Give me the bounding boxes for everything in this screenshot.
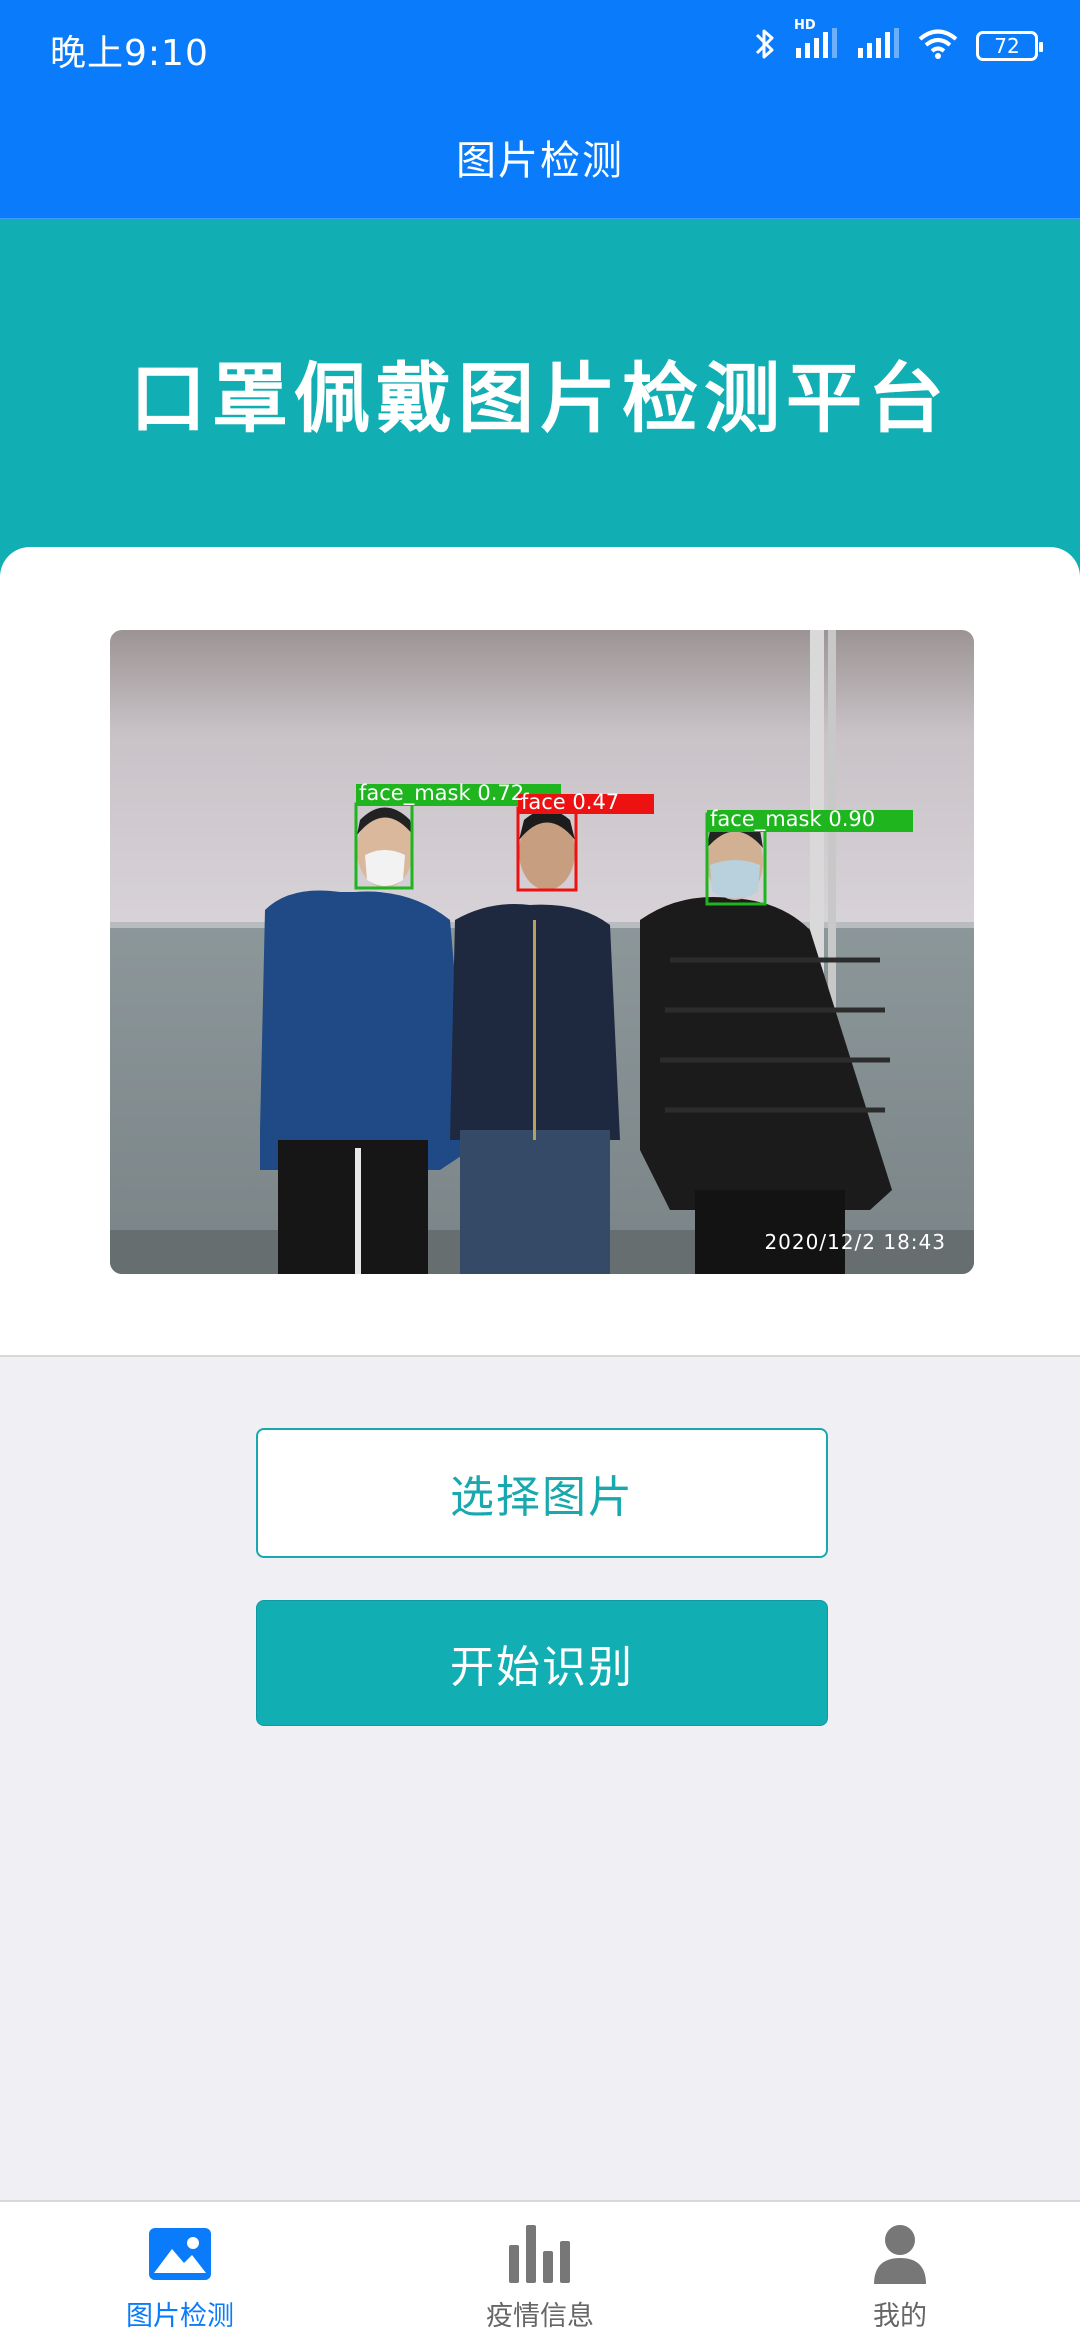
image-card: face_mask 0.72 face 0.47 face_mask 0.90 … (0, 547, 1080, 1357)
nav-bar: 图片检测 (0, 95, 1080, 219)
bluetooth-icon (754, 26, 776, 66)
tab-bar: 图片检测 疫情信息 我的 (0, 2200, 1080, 2340)
wifi-icon (918, 28, 958, 64)
network-label: HD (794, 18, 816, 33)
signal-hd-icon: HD (794, 18, 838, 64)
status-bar: 晚上9:10 HD 72 (0, 0, 1080, 95)
select-image-button[interactable]: 选择图片 (256, 1428, 828, 1558)
hero-banner: 口罩佩戴图片检测平台 (0, 219, 1080, 579)
start-recognition-button[interactable]: 开始识别 (256, 1600, 828, 1726)
tab-mine[interactable]: 我的 (720, 2202, 1080, 2340)
tab-image-detection[interactable]: 图片检测 (0, 2202, 360, 2340)
image-icon (147, 2224, 213, 2284)
battery-level: 72 (994, 34, 1020, 58)
tab-label-image-detection: 图片检测 (126, 2301, 234, 2332)
signal-icon (856, 28, 900, 64)
status-icons: HD 72 (754, 18, 1043, 66)
photo-timestamp: 2020/12/2 18:43 (764, 1230, 946, 1254)
detection-image (110, 630, 974, 1274)
tab-label-epidemic-info: 疫情信息 (486, 2301, 594, 2332)
person-icon (867, 2224, 933, 2284)
detection-photo: face_mask 0.72 face 0.47 face_mask 0.90 … (110, 630, 974, 1274)
tab-epidemic-info[interactable]: 疫情信息 (360, 2202, 720, 2340)
status-time: 晚上9:10 (50, 33, 209, 74)
hero-title: 口罩佩戴图片检测平台 (130, 354, 950, 443)
detection-label-1: face_mask 0.72 (359, 781, 525, 805)
detection-label-2: face 0.47 (521, 790, 620, 814)
detection-label-3: face_mask 0.90 (710, 807, 876, 831)
tab-label-mine: 我的 (873, 2301, 927, 2332)
bar-chart-icon (507, 2224, 573, 2284)
page-title: 图片检测 (456, 137, 624, 184)
battery-icon: 72 (976, 31, 1043, 61)
